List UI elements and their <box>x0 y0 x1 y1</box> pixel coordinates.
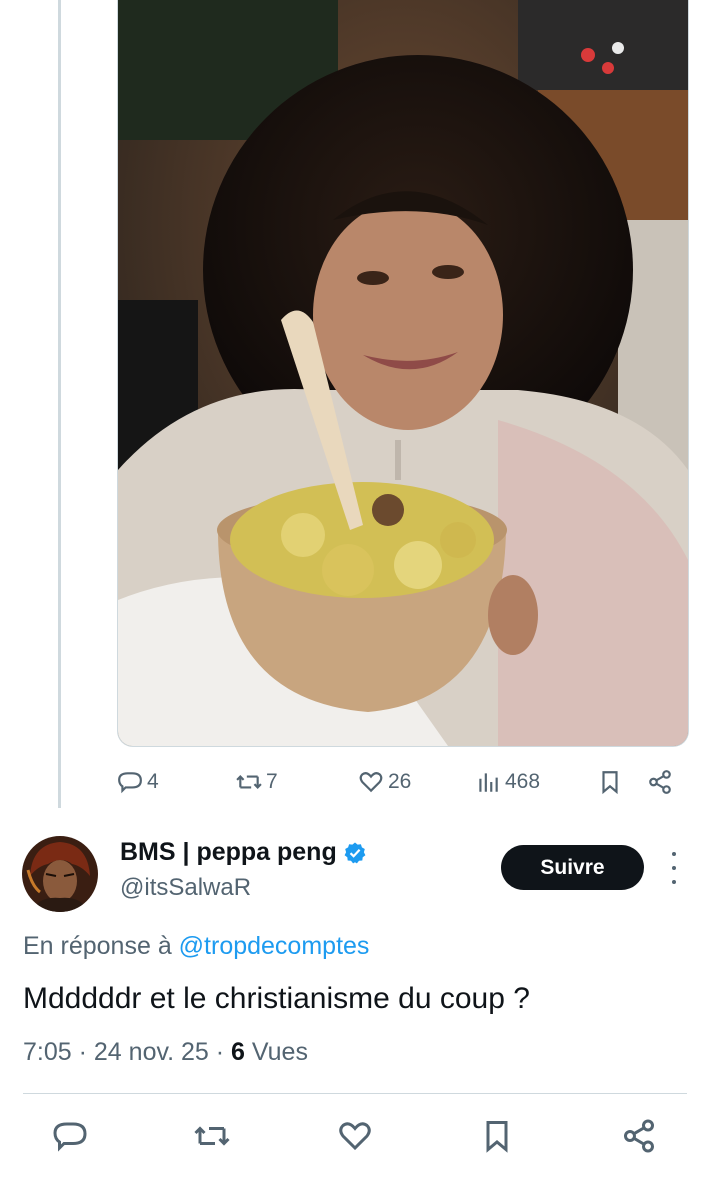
avatar-illustration <box>22 836 98 912</box>
share-button[interactable] <box>621 1118 657 1154</box>
follow-button[interactable]: Suivre <box>501 845 644 890</box>
verified-badge-icon <box>344 842 366 863</box>
reply-icon <box>118 772 142 794</box>
reply-prefix: En réponse à <box>23 932 172 960</box>
like-button[interactable]: 26 <box>358 760 411 804</box>
thread-connector-line <box>58 0 61 808</box>
views-chart-icon <box>479 773 498 792</box>
post-image[interactable] <box>117 0 689 747</box>
reply-button[interactable] <box>52 1118 88 1154</box>
repost-icon <box>194 1126 230 1146</box>
reply-mention-link[interactable]: @tropdecomptes <box>179 932 370 960</box>
heart-icon <box>359 772 383 793</box>
meta-separator: · <box>78 1038 87 1066</box>
meta-separator: · <box>215 1038 225 1066</box>
selfie-photo <box>118 0 688 746</box>
reply-button[interactable]: 4 <box>117 760 159 804</box>
post-action-bar: 4 7 26 468 <box>117 760 687 804</box>
reply-context: En réponse à @tropdecomptes <box>23 932 369 961</box>
bookmark-button[interactable] <box>597 760 623 804</box>
reply-count: 4 <box>147 770 159 793</box>
share-icon <box>649 770 671 794</box>
tweet-time[interactable]: 7:05 <box>23 1038 72 1066</box>
repost-count: 7 <box>266 770 278 793</box>
share-icon <box>624 1119 654 1153</box>
more-options-icon[interactable] <box>664 852 684 884</box>
tweet-views-count: 6 <box>231 1038 245 1066</box>
reply-action-bar <box>0 1118 711 1158</box>
views-button[interactable]: 468 <box>475 760 540 804</box>
repost-button[interactable] <box>194 1118 230 1154</box>
tweet-views-label: Vues <box>251 1038 308 1066</box>
author-name-row[interactable]: BMS | peppa peng <box>120 838 367 867</box>
tweet-meta: 7:05 · 24 nov. 25 · 6 Vues <box>23 1038 308 1067</box>
reply-icon <box>53 1122 87 1152</box>
tweet-date[interactable]: 24 nov. 25 <box>94 1038 209 1066</box>
display-name[interactable]: BMS | peppa peng <box>120 838 337 867</box>
repost-button[interactable]: 7 <box>236 760 278 804</box>
heart-icon <box>339 1122 371 1151</box>
avatar[interactable] <box>22 836 98 912</box>
repost-icon <box>236 775 262 789</box>
like-count: 26 <box>388 770 412 793</box>
author-handle[interactable]: @itsSalwaR <box>120 874 251 902</box>
bookmark-icon <box>602 771 618 795</box>
like-button[interactable] <box>337 1118 373 1154</box>
bookmark-button[interactable] <box>479 1118 515 1154</box>
share-button[interactable] <box>647 760 673 804</box>
tweet-text: Mdddddr et le christianisme du coup ? <box>23 982 530 1015</box>
divider <box>23 1093 687 1094</box>
views-count: 468 <box>505 770 541 793</box>
bookmark-icon <box>486 1121 508 1153</box>
